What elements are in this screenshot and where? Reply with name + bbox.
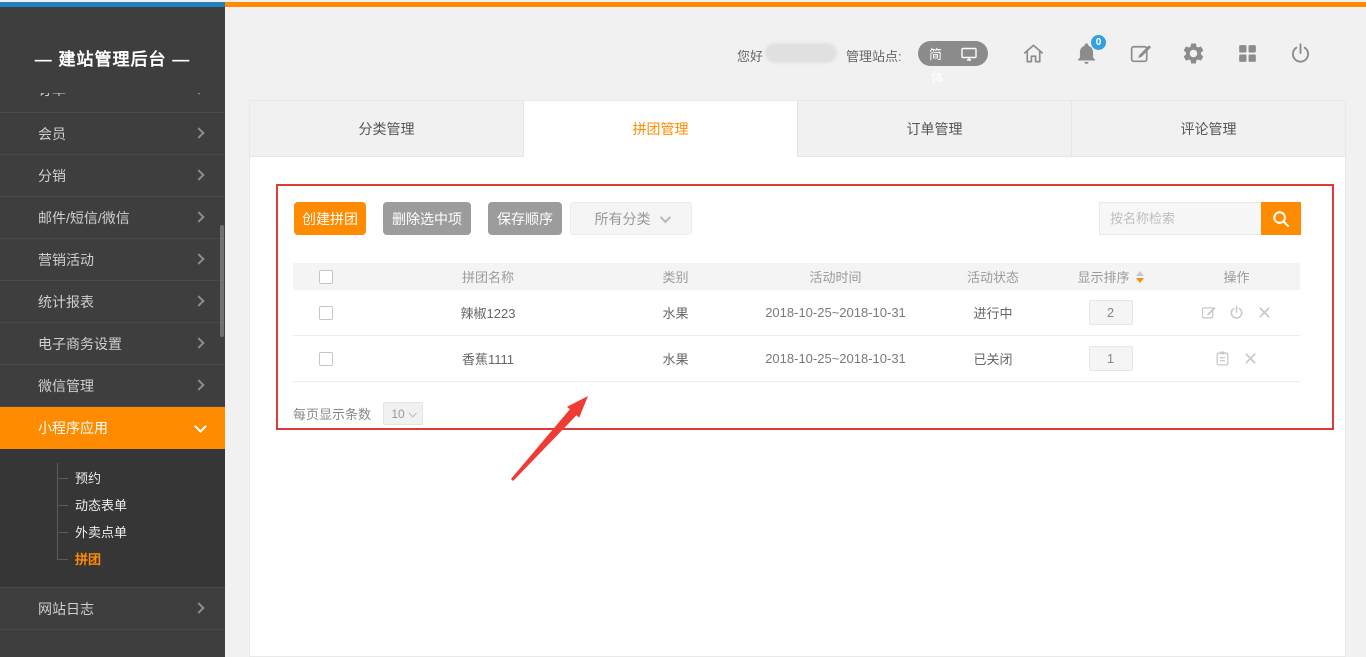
compose-edit-icon[interactable] xyxy=(1128,41,1153,66)
submenu-item-group-buy[interactable]: 拼团 xyxy=(0,546,225,573)
site-label: 管理站点: xyxy=(846,46,902,65)
notifications-bell-icon[interactable]: 0 xyxy=(1074,41,1099,66)
sidebar-item-marketing[interactable]: 营销活动 xyxy=(0,239,225,281)
cell-name: 辣椒1223 xyxy=(358,303,618,322)
page-size-label: 每页显示条数 xyxy=(293,404,371,423)
sidebar-item-members[interactable]: 会员 xyxy=(0,113,225,155)
chevron-right-icon xyxy=(193,93,204,95)
cell-time: 2018-10-25~2018-10-31 xyxy=(733,351,938,366)
sort-toggle-icon[interactable] xyxy=(1136,271,1144,283)
sidebar-item-clipped[interactable]: 订单 xyxy=(0,93,225,113)
miniprogram-submenu: 预约 动态表单 外卖点单 拼团 xyxy=(0,449,225,588)
search-icon xyxy=(1271,209,1291,229)
select-all-checkbox[interactable] xyxy=(319,270,333,284)
greeting-text: 您好 xyxy=(737,46,763,65)
col-header-status: 活动状态 xyxy=(938,267,1048,286)
create-groupbuy-button[interactable]: 创建拼团 xyxy=(294,202,366,235)
home-icon[interactable] xyxy=(1021,41,1046,66)
language-toggle[interactable]: 简 xyxy=(918,41,988,66)
sidebar-item-miniprogram-apps[interactable]: 小程序应用 xyxy=(0,407,225,449)
cell-time: 2018-10-25~2018-10-31 xyxy=(733,305,938,320)
page-size-dropdown[interactable]: 10 xyxy=(383,402,423,425)
chevron-right-icon xyxy=(193,379,204,390)
submenu-item-takeout-order[interactable]: 外卖点单 xyxy=(0,519,225,546)
disable-power-icon[interactable] xyxy=(1228,304,1245,321)
monitor-icon xyxy=(961,47,977,61)
col-header-name: 拼团名称 xyxy=(358,267,618,286)
top-accent-orange xyxy=(225,2,1366,7)
tab-comment-management[interactable]: 评论管理 xyxy=(1072,101,1345,157)
tab-bar: 分类管理 拼团管理 订单管理 评论管理 xyxy=(250,101,1345,157)
apps-grid-icon[interactable] xyxy=(1235,41,1260,66)
search-input[interactable] xyxy=(1099,202,1261,235)
sidebar-item-distribution[interactable]: 分销 xyxy=(0,155,225,197)
app-title: — 建站管理后台 — xyxy=(0,7,225,93)
cell-status: 已关闭 xyxy=(938,349,1048,368)
chevron-right-icon xyxy=(193,169,204,180)
chevron-right-icon xyxy=(193,211,204,222)
chevron-right-icon xyxy=(193,127,204,138)
chevron-right-icon xyxy=(193,602,204,613)
sidebar-item-label: 订单 xyxy=(38,93,66,98)
sidebar-item-mail-sms-wechat[interactable]: 邮件/短信/微信 xyxy=(0,197,225,239)
sidebar-scrollbar[interactable] xyxy=(220,225,224,337)
sort-down-icon xyxy=(1136,278,1144,283)
chevron-right-icon xyxy=(193,295,204,306)
table-header-row: 拼团名称 类别 活动时间 活动状态 显示排序 操作 xyxy=(293,263,1300,290)
delete-x-icon[interactable] xyxy=(1242,350,1259,367)
edit-icon[interactable] xyxy=(1200,304,1217,321)
groupbuy-table: 拼团名称 类别 活动时间 活动状态 显示排序 操作 辣椒1223 水果 2018… xyxy=(293,263,1300,382)
category-filter-dropdown[interactable]: 所有分类 xyxy=(570,202,692,235)
table-row: 辣椒1223 水果 2018-10-25~2018-10-31 进行中 2 xyxy=(293,290,1300,336)
row-checkbox[interactable] xyxy=(319,352,333,366)
sidebar-item-site-logs[interactable]: 网站日志 xyxy=(0,588,225,630)
row-checkbox[interactable] xyxy=(319,306,333,320)
submenu-item-booking[interactable]: 预约 xyxy=(0,465,225,492)
col-header-time: 活动时间 xyxy=(733,267,938,286)
settings-gear-icon[interactable] xyxy=(1181,41,1206,66)
delete-selected-button[interactable]: 删除选中项 xyxy=(383,202,471,235)
sidebar-item-ecommerce-settings[interactable]: 电子商务设置 xyxy=(0,323,225,365)
col-header-sort: 显示排序 xyxy=(1077,267,1129,286)
sort-up-icon xyxy=(1136,271,1144,276)
username-redacted xyxy=(765,43,837,63)
search-bar xyxy=(1099,202,1301,235)
tab-order-management[interactable]: 订单管理 xyxy=(798,101,1072,157)
power-logout-icon[interactable] xyxy=(1288,41,1313,66)
sort-order-input[interactable]: 2 xyxy=(1089,300,1133,325)
chevron-right-icon xyxy=(193,337,204,348)
language-char-overflow: 体 xyxy=(931,67,944,86)
search-button[interactable] xyxy=(1261,202,1301,235)
language-char: 简 xyxy=(929,44,942,63)
table-row: 香蕉1111 水果 2018-10-25~2018-10-31 已关闭 1 xyxy=(293,336,1300,382)
chevron-down-icon xyxy=(659,211,670,222)
cell-status: 进行中 xyxy=(938,303,1048,322)
page-size-control: 每页显示条数 10 xyxy=(293,402,423,425)
save-order-button[interactable]: 保存顺序 xyxy=(488,202,562,235)
chevron-right-icon xyxy=(193,253,204,264)
notification-badge: 0 xyxy=(1091,35,1106,50)
sidebar-item-reports[interactable]: 统计报表 xyxy=(0,281,225,323)
delete-x-icon[interactable] xyxy=(1256,304,1273,321)
clipboard-icon[interactable] xyxy=(1214,350,1231,367)
tab-category-management[interactable]: 分类管理 xyxy=(250,101,524,157)
submenu-item-dynamic-forms[interactable]: 动态表单 xyxy=(0,492,225,519)
chevron-down-icon xyxy=(194,420,207,433)
sidebar: — 建站管理后台 — 订单 会员 分销 邮件/短信/微信 营销活动 统计报表 电… xyxy=(0,7,225,657)
sort-order-input[interactable]: 1 xyxy=(1089,346,1133,371)
col-header-category: 类别 xyxy=(618,267,733,286)
cell-name: 香蕉1111 xyxy=(358,349,618,368)
sidebar-item-wechat-management[interactable]: 微信管理 xyxy=(0,365,225,407)
tab-groupbuy-management[interactable]: 拼团管理 xyxy=(524,101,798,157)
cell-category: 水果 xyxy=(618,349,733,368)
cell-category: 水果 xyxy=(618,303,733,322)
col-header-actions: 操作 xyxy=(1173,267,1300,286)
chevron-down-icon xyxy=(408,409,416,417)
